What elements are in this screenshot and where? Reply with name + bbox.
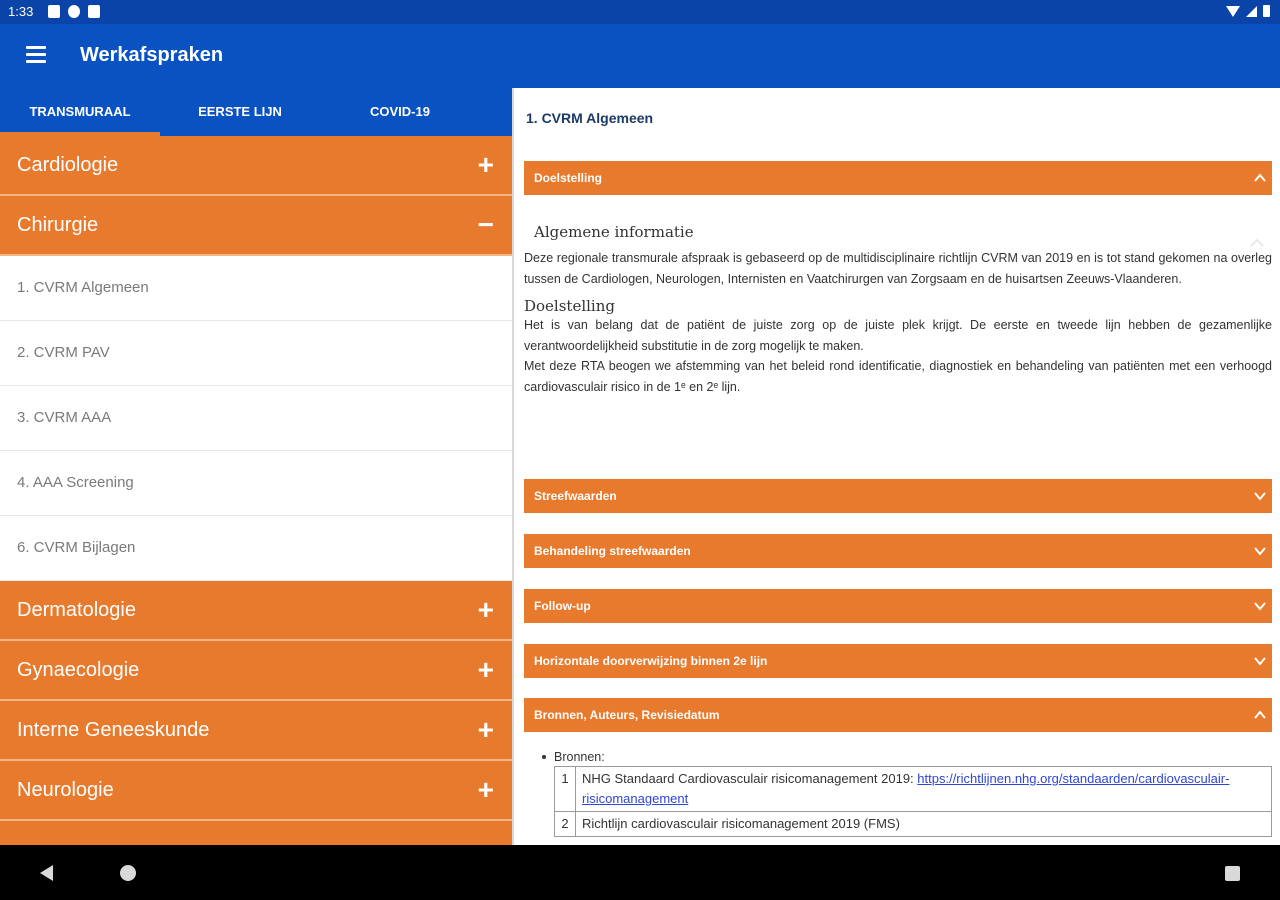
source-number: 2: [554, 811, 576, 837]
section-behandeling-streefwaarden[interactable]: Behandeling streefwaarden: [524, 534, 1272, 568]
goal-text-1: Het is van belang dat de patiënt de juis…: [524, 318, 1272, 353]
sources-table: 1 NHG Standaard Cardiovasculair risicoma…: [554, 766, 1272, 837]
category-label: Gynaecologie: [17, 659, 140, 681]
info-heading: Algemene informatie: [524, 216, 1272, 248]
chevron-down-icon[interactable]: [1254, 490, 1266, 502]
category-gynaecologie[interactable]: Gynaecologie +: [0, 641, 512, 701]
source-cell: NHG Standaard Cardiovasculair risicomana…: [575, 766, 1272, 812]
expand-icon[interactable]: +: [478, 641, 494, 699]
recent-apps-icon[interactable]: [1225, 866, 1240, 881]
category-label: Neurologie: [17, 779, 114, 801]
category-interne-geneeskunde[interactable]: Interne Geneeskunde +: [0, 701, 512, 761]
detail-title: 1. CVRM Algemeen: [526, 110, 654, 126]
section-bronnen[interactable]: Bronnen, Auteurs, Revisiedatum: [524, 698, 1272, 732]
source-text: NHG Standaard Cardiovasculair risicomana…: [582, 771, 918, 786]
category-chirurgie[interactable]: Chirurgie −: [0, 196, 512, 256]
section-doelstelling[interactable]: Doelstelling: [524, 161, 1272, 195]
chevron-up-icon[interactable]: [1250, 227, 1264, 259]
chevron-down-icon[interactable]: [1254, 545, 1266, 557]
category-label: Cardiologie: [17, 154, 119, 176]
category-neurologie[interactable]: Neurologie +: [0, 761, 512, 821]
section-label: Horizontale doorverwijzing binnen 2e lij…: [534, 654, 768, 668]
specialism-list: Cardiologie + Chirurgie − 1. CVRM Algeme…: [0, 136, 512, 845]
section-label: Doelstelling: [534, 171, 603, 185]
section-follow-up[interactable]: Follow-up: [524, 589, 1272, 623]
tab-bar: TRANSMURAAL EERSTE LIJN COVID-19: [0, 88, 512, 136]
list-item-aaa-screening[interactable]: 4. AAA Screening: [0, 451, 512, 516]
list-item-cvrm-pav[interactable]: 2. CVRM PAV: [0, 321, 512, 386]
expand-icon[interactable]: +: [478, 581, 494, 639]
category-next[interactable]: [0, 821, 512, 845]
chevron-down-icon[interactable]: [1254, 655, 1266, 667]
tab-eerste-lijn[interactable]: EERSTE LIJN: [160, 88, 320, 136]
table-row: 2 Richtlijn cardiovasculair risicomanage…: [554, 811, 1272, 837]
battery-icon: [1263, 5, 1270, 17]
wifi-icon: [1226, 5, 1240, 17]
goal-heading: Doelstelling: [524, 297, 615, 315]
section-label: Behandeling streefwaarden: [534, 544, 691, 558]
goal-text-2: Met deze RTA beogen we afstemming van he…: [524, 359, 1272, 394]
chevron-down-icon[interactable]: [1254, 600, 1266, 612]
home-icon[interactable]: [120, 865, 136, 881]
category-cardiologie[interactable]: Cardiologie +: [0, 136, 512, 196]
back-icon[interactable]: [40, 865, 53, 881]
info-text: Deze regionale transmurale afspraak is g…: [524, 251, 1272, 286]
sources-content: Bronnen: 1 NHG Standaard Cardiovasculair…: [524, 748, 1272, 837]
section-streefwaarden[interactable]: Streefwaarden: [524, 479, 1272, 513]
notification-icons: [48, 5, 100, 18]
table-row: 1 NHG Standaard Cardiovasculair risicoma…: [554, 766, 1272, 812]
expand-icon[interactable]: +: [478, 701, 494, 759]
signal-icon: [1246, 5, 1257, 17]
status-time: 1:33: [8, 4, 34, 19]
sources-label: Bronnen:: [524, 748, 1272, 766]
section-horizontale-doorverwijzing[interactable]: Horizontale doorverwijzing binnen 2e lij…: [524, 644, 1272, 678]
tab-covid-19[interactable]: COVID-19: [320, 88, 480, 136]
section-content: Algemene informatie Deze regionale trans…: [524, 216, 1272, 397]
status-bar: 1:33: [0, 0, 1280, 24]
app-bar: Werkafspraken: [0, 24, 1280, 88]
menu-icon[interactable]: [26, 46, 46, 64]
list-item-cvrm-bijlagen[interactable]: 6. CVRM Bijlagen: [0, 516, 512, 581]
source-number: 1: [554, 766, 576, 812]
app-title: Werkafspraken: [80, 44, 224, 66]
detail-pane: 1. CVRM Algemeen Doelstelling Algemene i…: [512, 88, 1280, 845]
chevron-up-icon[interactable]: [1254, 172, 1266, 184]
chevron-up-icon[interactable]: [1254, 709, 1266, 721]
collapse-icon[interactable]: −: [478, 196, 494, 254]
notification-icon: [48, 5, 60, 18]
category-label: Dermatologie: [17, 599, 136, 621]
category-dermatologie[interactable]: Dermatologie +: [0, 581, 512, 641]
section-label: Follow-up: [534, 599, 591, 613]
sd-card-icon: [88, 5, 100, 18]
section-label: Bronnen, Auteurs, Revisiedatum: [534, 708, 720, 722]
navigation-bar: [0, 845, 1280, 900]
category-label: Interne Geneeskunde: [17, 719, 210, 741]
category-label: Chirurgie: [17, 214, 99, 236]
list-item-cvrm-algemeen[interactable]: 1. CVRM Algemeen: [0, 256, 512, 321]
info-heading-text: Algemene informatie: [534, 223, 694, 241]
expand-icon[interactable]: +: [478, 136, 494, 194]
system-icons: [1226, 5, 1270, 17]
list-item-cvrm-aaa[interactable]: 3. CVRM AAA: [0, 386, 512, 451]
expand-icon[interactable]: +: [478, 761, 494, 819]
source-text: Richtlijn cardiovasculair risicomanageme…: [575, 811, 1272, 837]
notification-icon: [68, 5, 80, 18]
section-label: Streefwaarden: [534, 489, 617, 503]
tab-transmuraal[interactable]: TRANSMURAAL: [0, 88, 160, 136]
